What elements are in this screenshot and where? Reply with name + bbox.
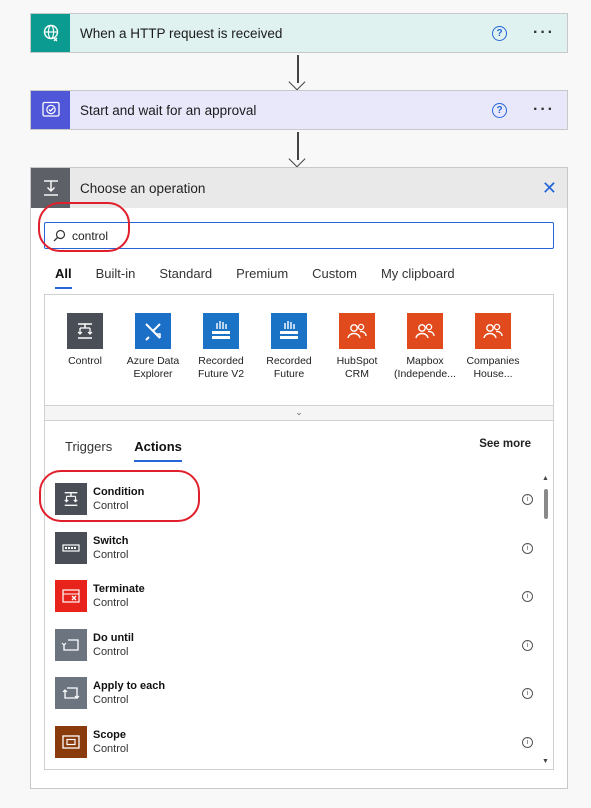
control-icon [67,313,103,349]
condition-icon [55,483,87,515]
connector-label: Companies House... [466,355,520,380]
action-name: Condition [93,486,145,498]
people-icon [475,313,511,349]
action-category: Control [93,743,129,755]
tab-triggers[interactable]: Triggers [65,439,112,462]
chevron-down-icon: ⌄ [295,407,303,417]
action-type-tabs: Triggers Actions [65,439,204,462]
approval-icon [31,91,70,129]
terminate-icon [55,580,87,612]
action-name: Scope [93,729,127,741]
action-name: Do until [93,632,134,644]
more-options-icon[interactable]: ··· [533,101,555,119]
do-until-icon [55,629,87,661]
scroll-down-icon[interactable]: ▼ [542,758,549,765]
action-scope[interactable]: Scope Control i [55,722,535,762]
expand-connectors-button[interactable]: ⌄ [45,405,553,421]
scroll-up-icon[interactable]: ▲ [542,475,549,482]
recorded-future-icon [271,313,307,349]
panel-header: Choose an operation ✕ [31,168,567,208]
connector-control[interactable]: Control [52,313,118,368]
action-category: Control [93,500,129,512]
action-apply-to-each[interactable]: Apply to each Control i [55,673,535,713]
scroll-thumb[interactable] [544,489,548,519]
tab-premium[interactable]: Premium [236,266,288,289]
tab-actions[interactable]: Actions [134,439,182,462]
tab-custom[interactable]: Custom [312,266,357,289]
action-terminate[interactable]: Terminate Control i [55,576,535,616]
action-category: Control [93,597,129,609]
info-icon[interactable]: i [522,687,533,699]
people-icon [339,313,375,349]
approval-action-card[interactable]: Start and wait for an approval ? ··· [30,90,568,130]
action-category: Control [93,646,129,658]
connector-recorded-future[interactable]: Recorded Future [256,313,322,381]
see-more-link[interactable]: See more [479,438,531,450]
action-condition[interactable]: Condition Control i [55,479,535,519]
more-options-icon[interactable]: ··· [533,24,555,42]
action-name: Terminate [93,583,145,595]
action-switch[interactable]: Switch Control i [55,528,535,568]
globe-icon [31,14,70,52]
choose-operation-panel: Choose an operation ✕ All Built-in Stand… [30,167,568,789]
tab-my-clipboard[interactable]: My clipboard [381,266,455,289]
tab-all[interactable]: All [55,266,72,289]
search-icon [53,229,66,242]
action-name: Apply to each [93,680,166,692]
connector-label: Control [68,355,102,367]
info-icon[interactable]: i [522,736,533,748]
connector-label: Azure Data Explorer [126,355,180,380]
category-tabs: All Built-in Standard Premium Custom My … [55,266,479,289]
connector-label: HubSpot CRM [336,355,378,380]
connector-label: Mapbox (Independe... [394,355,456,380]
recorded-future-icon [203,313,239,349]
action-name: Switch [93,535,129,547]
tab-standard[interactable]: Standard [159,266,212,289]
connector-hubspot-crm[interactable]: HubSpot CRM [324,313,390,381]
operation-icon [31,168,70,208]
connector-arrow [288,55,307,91]
action-category: Control [93,549,129,561]
info-icon[interactable]: i [522,639,533,651]
connector-recorded-future-v2[interactable]: Recorded Future V2 [188,313,254,381]
connector-arrow [288,132,307,168]
help-icon[interactable]: ? [492,102,508,118]
info-icon[interactable]: i [522,493,533,505]
actions-scrollbar[interactable]: ▲ ▼ [542,475,550,765]
connector-label: Recorded Future V2 [197,355,245,380]
action-do-until[interactable]: Do until Control i [55,625,535,665]
connector-mapbox[interactable]: Mapbox (Independe... [392,313,458,381]
tab-built-in[interactable]: Built-in [96,266,136,289]
step-title: When a HTTP request is received [80,25,283,41]
connector-list: Control Azure Data Explorer Recorded Fut… [45,295,553,405]
connectors-area: Control Azure Data Explorer Recorded Fut… [39,294,554,770]
switch-icon [55,532,87,564]
panel-title: Choose an operation [80,180,206,196]
action-category: Control [93,694,129,706]
close-icon[interactable]: ✕ [542,178,557,199]
scope-icon [55,726,87,758]
info-icon[interactable]: i [522,590,533,602]
loop-icon [55,677,87,709]
people-icon [407,313,443,349]
connector-azure-data-explorer[interactable]: Azure Data Explorer [120,313,186,381]
connector-label: Recorded Future [266,355,312,380]
azure-data-explorer-icon [135,313,171,349]
info-icon[interactable]: i [522,542,533,554]
connector-companies-house[interactable]: Companies House... [460,313,526,381]
step-title: Start and wait for an approval [80,102,257,118]
help-icon[interactable]: ? [492,25,508,41]
http-trigger-card[interactable]: When a HTTP request is received ? ··· [30,13,568,53]
search-input[interactable] [70,227,494,244]
search-box[interactable] [44,222,554,249]
